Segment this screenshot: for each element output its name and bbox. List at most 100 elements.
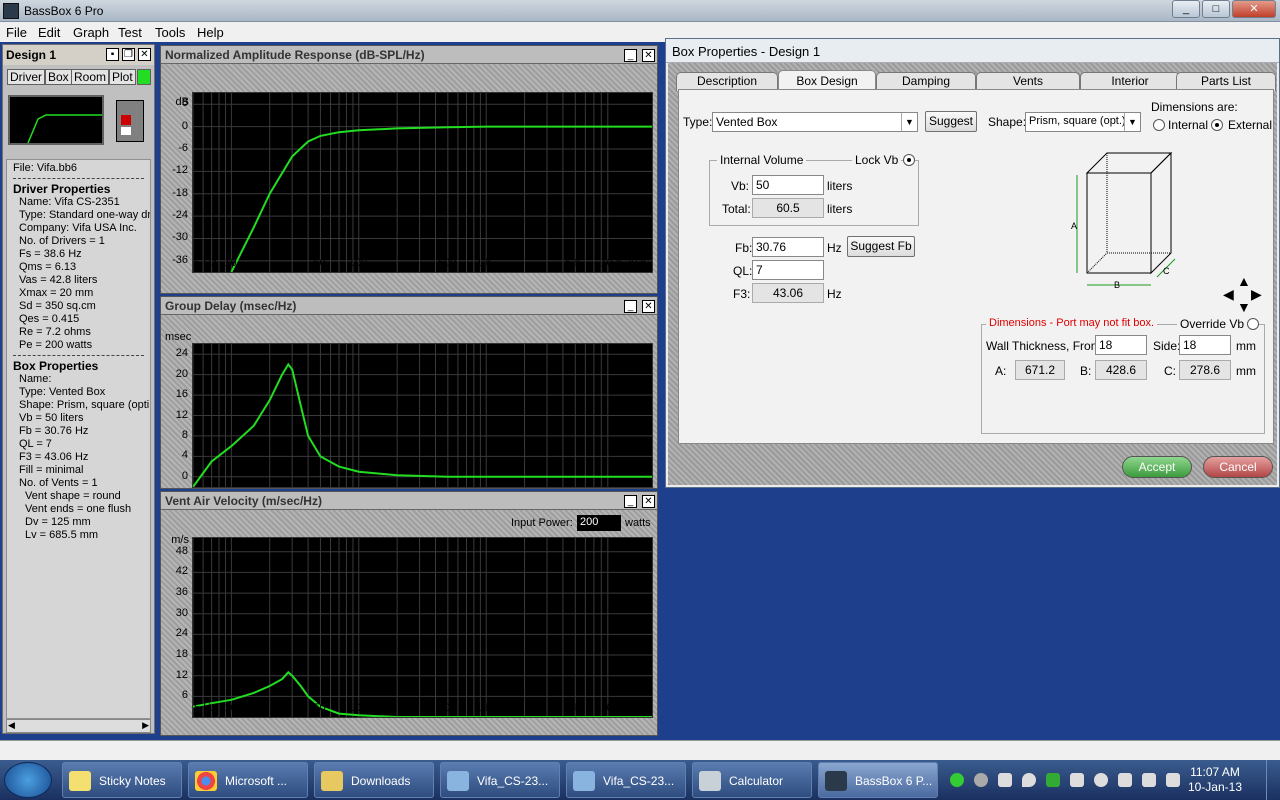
restore-icon[interactable]: ❐ (122, 48, 135, 61)
external-label: External (1228, 118, 1273, 132)
close-icon[interactable]: ✕ (642, 300, 655, 313)
menu-graph[interactable]: Graph (73, 25, 109, 40)
tab-box[interactable]: Box (45, 69, 72, 85)
driver-properties-heading: Driver Properties (13, 182, 111, 196)
box-property: No. of Vents = 1 (19, 477, 98, 489)
override-vb-radio[interactable] (1247, 318, 1259, 330)
y-tick-label: 42 (175, 565, 188, 578)
amplitude-plot[interactable] (192, 92, 653, 273)
input-power-field[interactable]: 200 (577, 515, 621, 531)
close-icon[interactable]: ✕ (642, 49, 655, 62)
tab-driver[interactable]: Driver (7, 69, 45, 85)
taskbar-item-vifa-1[interactable]: Vifa_CS-23... (440, 762, 560, 798)
close-icon[interactable]: ✕ (138, 48, 151, 61)
taskbar-item-label: Vifa_CS-23... (603, 774, 675, 788)
y-tick-label: 0 (181, 119, 188, 132)
tab-room[interactable]: Room (71, 69, 110, 85)
usb-icon[interactable] (1118, 773, 1132, 787)
minimize-icon[interactable]: _ (624, 495, 637, 508)
box-dim-b-label: B (1114, 280, 1121, 290)
y-tick-label: -12 (172, 164, 188, 177)
vent-velocity-plot[interactable] (192, 537, 653, 718)
minimize-icon[interactable]: _ (624, 49, 637, 62)
volume-icon[interactable] (1166, 773, 1180, 787)
save-icon[interactable]: ▪ (106, 48, 119, 61)
menu-edit[interactable]: Edit (38, 25, 60, 40)
cancel-button[interactable]: Cancel (1203, 456, 1273, 478)
type-select[interactable]: Vented Box ▼ (712, 112, 918, 132)
taskbar-item-sticky-notes[interactable]: Sticky Notes (62, 762, 182, 798)
close-button[interactable]: ✕ (1232, 0, 1276, 18)
y-tick-label: 48 (175, 544, 188, 557)
plot-color-swatch[interactable] (137, 69, 151, 85)
accept-button[interactable]: Accept (1122, 456, 1192, 478)
sync-icon[interactable] (1046, 773, 1060, 787)
box-property: Dv = 125 mm (25, 516, 91, 528)
external-radio[interactable] (1211, 119, 1223, 131)
folder-icon (321, 771, 343, 791)
series-line (193, 670, 652, 717)
menu-tools[interactable]: Tools (155, 25, 185, 40)
scroll-left-icon[interactable]: ◀ (8, 720, 15, 731)
box-property: Name: (19, 373, 52, 385)
close-icon[interactable]: ✕ (642, 495, 655, 508)
taskbar-item-vifa-2[interactable]: Vifa_CS-23... (566, 762, 686, 798)
y-tick-label: 20 (175, 367, 188, 380)
gear-icon[interactable] (974, 773, 988, 787)
box-thumbnail-icon[interactable] (116, 100, 144, 142)
suggest-fb-button[interactable]: Suggest Fb (847, 236, 915, 257)
horizontal-scrollbar[interactable]: ◀ ▶ (6, 719, 151, 733)
drop-icon[interactable] (1022, 773, 1036, 787)
box-property: Vent shape = round (25, 490, 121, 502)
group-delay-plot[interactable] (192, 343, 653, 488)
network-icon[interactable] (998, 773, 1012, 787)
minimize-button[interactable]: _ (1172, 0, 1200, 18)
wall-front-input[interactable]: 18 (1095, 335, 1147, 355)
fb-input[interactable]: 30.76 (752, 237, 824, 257)
menu-help[interactable]: Help (197, 25, 224, 40)
start-button[interactable] (4, 762, 52, 798)
group-delay-graph-title: Group Delay (msec/Hz) (165, 299, 297, 313)
series-line (193, 362, 652, 487)
y-tick-label: 12 (175, 668, 188, 681)
image-icon (573, 771, 595, 791)
clock-icon[interactable] (1094, 773, 1108, 787)
status-icon[interactable] (950, 773, 964, 787)
monitor-icon[interactable] (1070, 773, 1084, 787)
show-desktop-button[interactable] (1266, 760, 1280, 800)
response-thumbnail[interactable] (8, 95, 104, 145)
lock-vb-radio[interactable] (903, 154, 915, 166)
x-tick-label: 500 (437, 257, 457, 269)
series-line (230, 125, 652, 272)
taskbar-item-browser[interactable]: Microsoft ... (188, 762, 308, 798)
taskbar-item-calculator[interactable]: Calculator (692, 762, 812, 798)
internal-radio[interactable] (1153, 119, 1165, 131)
scroll-right-icon[interactable]: ▶ (142, 720, 149, 731)
a-value: 671.2 (1015, 360, 1065, 380)
maximize-button[interactable]: □ (1202, 0, 1230, 18)
vb-input[interactable]: 50 (752, 175, 824, 195)
wall-side-input[interactable]: 18 (1179, 335, 1231, 355)
box-properties-heading: Box Properties (13, 359, 99, 373)
shape-select[interactable]: Prism, square (opt.) ▼ (1025, 112, 1141, 132)
y-tick-label: 24 (175, 627, 188, 640)
design-title: Design 1 (6, 48, 57, 62)
driver-property: Re = 7.2 ohms (19, 326, 91, 338)
minimize-icon[interactable]: _ (624, 300, 637, 313)
menu-file[interactable]: File (6, 25, 27, 40)
x-tick-label: 20 K (625, 257, 648, 269)
tab-plot[interactable]: Plot (109, 69, 136, 85)
taskbar-item-bassbox[interactable]: BassBox 6 P... (818, 762, 938, 798)
ql-input[interactable]: 7 (752, 260, 824, 280)
clock[interactable]: 11:07 AM 10-Jan-13 (1188, 765, 1242, 795)
rotate-arrows-icon[interactable]: ▲ ▼ ◀ ▶ (1223, 273, 1265, 315)
network-disconnected-icon[interactable] (1142, 773, 1156, 787)
y-tick-label: 36 (175, 586, 188, 599)
menu-test[interactable]: Test (118, 25, 142, 40)
dimensions-are-label: Dimensions are: (1151, 100, 1238, 114)
type-label: Type: (683, 115, 713, 129)
driver-property: Qms = 6.13 (19, 261, 77, 273)
taskbar-item-downloads[interactable]: Downloads (314, 762, 434, 798)
suggest-button[interactable]: Suggest (925, 111, 977, 132)
y-tick-label: 0 (181, 469, 188, 482)
